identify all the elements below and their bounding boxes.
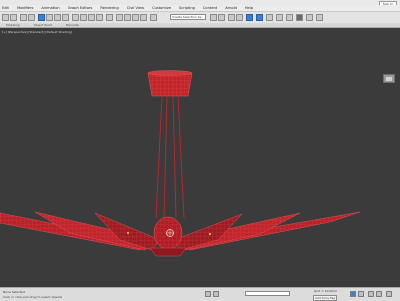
menu-edit[interactable]: Edit xyxy=(2,6,9,10)
viewport-label[interactable]: [+] [Perspective] [Standard] [Default Sh… xyxy=(2,30,72,34)
window-crossing-icon[interactable] xyxy=(62,13,69,21)
schematic-view-icon[interactable] xyxy=(256,13,263,21)
render-icon[interactable] xyxy=(296,13,303,21)
rendered-frame-window-icon[interactable] xyxy=(286,13,293,21)
named-selection-icon[interactable] xyxy=(150,13,157,21)
link-icon[interactable] xyxy=(20,13,27,21)
set-key-button[interactable] xyxy=(358,291,364,297)
menu-content[interactable]: Content xyxy=(203,6,217,10)
undo-icon[interactable] xyxy=(2,13,9,21)
pivot-center-icon[interactable] xyxy=(106,13,113,21)
selection-status: None Selected xyxy=(3,290,25,294)
spinner-snap-icon[interactable] xyxy=(140,13,147,21)
percent-snap-icon[interactable] xyxy=(132,13,139,21)
scale-icon[interactable] xyxy=(88,13,95,21)
rectangular-selection-icon[interactable] xyxy=(54,13,61,21)
unlink-icon[interactable] xyxy=(28,13,35,21)
rotate-icon[interactable] xyxy=(80,13,87,21)
curve-editor-icon[interactable] xyxy=(246,13,253,21)
menu-scripting[interactable]: Scripting xyxy=(179,6,195,10)
selection-set-dropdown[interactable]: Create Selection Se xyxy=(170,14,206,20)
toggle-layer-explorer-icon[interactable] xyxy=(236,13,243,21)
select-by-name-icon[interactable] xyxy=(46,13,53,21)
viewcube-face[interactable] xyxy=(386,77,392,81)
zoom-icon[interactable] xyxy=(386,291,392,297)
play-icon[interactable] xyxy=(368,291,374,297)
time-config-icon[interactable] xyxy=(205,291,211,297)
render-production-icon[interactable] xyxy=(306,13,313,21)
stop-icon[interactable] xyxy=(376,291,382,297)
viewcube[interactable] xyxy=(383,74,395,83)
grid-size: Grid = 10.0mm xyxy=(314,289,338,293)
align-icon[interactable] xyxy=(218,13,225,21)
tab-populate[interactable]: Populate xyxy=(66,23,79,27)
menu-civil-view[interactable]: Civil View xyxy=(127,6,144,10)
prompt-hint: Click or click-and-drag to select object… xyxy=(3,295,63,299)
arnold-render-icon[interactable] xyxy=(316,13,323,21)
move-icon[interactable] xyxy=(72,13,79,21)
perspective-viewport[interactable] xyxy=(0,28,400,287)
toggle-scene-explorer-icon[interactable] xyxy=(228,13,235,21)
frame-field[interactable] xyxy=(245,291,290,296)
menu-modifiers[interactable]: Modifiers xyxy=(17,6,33,10)
menu-help[interactable]: Help xyxy=(245,6,253,10)
render-setup-icon[interactable] xyxy=(276,13,283,21)
tab-object-paint[interactable]: Object Paint xyxy=(34,23,52,27)
mirror-icon[interactable] xyxy=(210,13,217,21)
menu-customize[interactable]: Customize xyxy=(152,6,171,10)
tab-modeling[interactable]: Modeling xyxy=(6,23,20,27)
key-filters-icon[interactable] xyxy=(213,291,219,297)
angle-snap-icon[interactable] xyxy=(124,13,131,21)
snap-icon[interactable] xyxy=(116,13,123,21)
add-time-tag-button[interactable]: Add Time Tag xyxy=(313,295,338,301)
status-bar: None Selected Click or click-and-drag to… xyxy=(0,287,400,301)
chandelier-model xyxy=(0,70,361,257)
placement-icon[interactable] xyxy=(96,13,103,21)
menu-graph-editors[interactable]: Graph Editors xyxy=(68,6,93,10)
menu-arnold[interactable]: Arnold xyxy=(225,6,237,10)
menu-rendering[interactable]: Rendering xyxy=(100,6,118,10)
menu-bar: Edit Modifiers Animation Graph Editors R… xyxy=(0,5,400,12)
material-editor-icon[interactable] xyxy=(266,13,273,21)
auto-key-button[interactable] xyxy=(350,291,356,297)
redo-icon[interactable] xyxy=(10,13,17,21)
select-object-icon[interactable] xyxy=(38,13,45,21)
menu-animation[interactable]: Animation xyxy=(41,6,59,10)
